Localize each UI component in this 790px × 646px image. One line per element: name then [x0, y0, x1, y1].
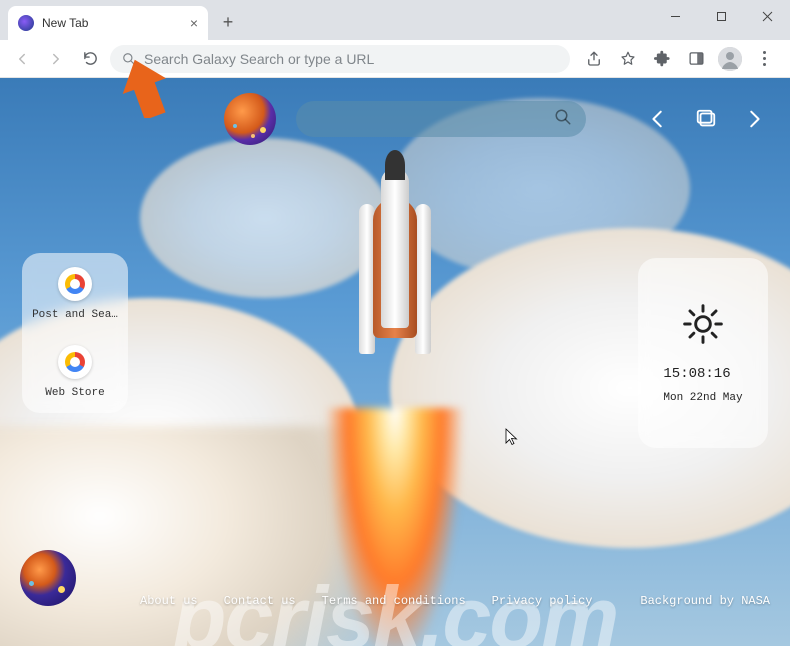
gallery-button[interactable] [694, 107, 718, 131]
footer-link-contact[interactable]: Contact us [224, 594, 296, 608]
annotation-arrow-icon [122, 58, 168, 118]
maximize-button[interactable] [698, 0, 744, 32]
minimize-button[interactable] [652, 0, 698, 32]
page-search-input[interactable] [296, 101, 586, 137]
reload-button[interactable] [76, 45, 104, 73]
omnibox[interactable]: Search Galaxy Search or type a URL [110, 45, 570, 73]
chrome-icon [58, 345, 92, 379]
shortcuts-panel: Post and Sea… Web Store [22, 253, 128, 413]
omnibox-placeholder: Search Galaxy Search or type a URL [144, 51, 374, 67]
window-controls [652, 0, 790, 32]
browser-tab[interactable]: New Tab × [8, 6, 208, 40]
background-shuttle-image [381, 168, 409, 328]
galaxy-logo-icon [224, 93, 276, 145]
forward-button[interactable] [42, 45, 70, 73]
footer-link-about[interactable]: About us [140, 594, 198, 608]
footer-logo-icon[interactable] [20, 550, 76, 606]
share-icon[interactable] [582, 47, 606, 71]
tab-close-icon[interactable]: × [190, 15, 198, 31]
shortcut-item[interactable]: Web Store [30, 345, 120, 399]
extensions-icon[interactable] [650, 47, 674, 71]
footer-credit: Background by NASA [640, 594, 770, 608]
new-tab-button[interactable]: + [214, 8, 242, 36]
shortcut-item[interactable]: Post and Sea… [30, 267, 120, 321]
footer-links: About us Contact us Terms and conditions… [140, 594, 770, 608]
cursor-icon [505, 428, 519, 451]
shortcut-label: Web Store [45, 387, 104, 399]
menu-button[interactable] [752, 47, 776, 71]
chrome-icon [58, 267, 92, 301]
toolbar: Search Galaxy Search or type a URL [0, 40, 790, 78]
footer-link-privacy[interactable]: Privacy policy [492, 594, 593, 608]
shortcut-label: Post and Sea… [32, 309, 118, 321]
back-button[interactable] [8, 45, 36, 73]
weather-widget[interactable]: 15:08:16 Mon 22nd May [638, 258, 768, 448]
tab-favicon-icon [18, 15, 34, 31]
footer-link-terms[interactable]: Terms and conditions [322, 594, 466, 608]
prev-background-button[interactable] [646, 107, 670, 131]
profile-avatar[interactable] [718, 47, 742, 71]
next-background-button[interactable] [742, 107, 766, 131]
titlebar: New Tab × + [0, 0, 790, 40]
sidepanel-icon[interactable] [684, 47, 708, 71]
sun-icon [681, 302, 725, 346]
close-window-button[interactable] [744, 0, 790, 32]
search-icon[interactable] [554, 108, 572, 131]
newtab-page: Post and Sea… Web Store 15:08:16 Mon 22n… [0, 78, 790, 646]
weather-date: Mon 22nd May [663, 392, 742, 404]
tab-title: New Tab [42, 16, 88, 30]
weather-time: 15:08:16 [663, 366, 742, 382]
bookmark-star-icon[interactable] [616, 47, 640, 71]
